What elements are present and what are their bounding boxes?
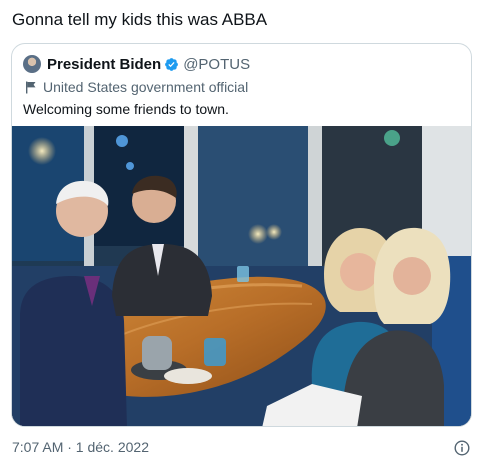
author-handle[interactable]: @POTUS	[183, 56, 250, 73]
quoted-tweet-header: President Biden @POTUS	[23, 54, 250, 74]
verified-badge-icon	[164, 57, 179, 72]
avatar[interactable]	[23, 55, 41, 73]
tweet-photo[interactable]	[12, 126, 471, 426]
info-icon[interactable]	[454, 440, 470, 456]
tweet-timestamp[interactable]: 7:07 AM · 1 déc. 2022	[12, 439, 149, 455]
tweet-text: Gonna tell my kids this was ABBA	[12, 10, 268, 29]
account-label: United States government official	[25, 78, 248, 96]
author-name[interactable]: President Biden	[47, 56, 161, 73]
quoted-tweet-text: Welcoming some friends to town.	[23, 101, 229, 117]
flag-icon	[26, 81, 36, 93]
quoted-tweet-card[interactable]: President Biden @POTUS United States gov…	[11, 43, 472, 427]
account-label-text: United States government official	[43, 79, 249, 95]
